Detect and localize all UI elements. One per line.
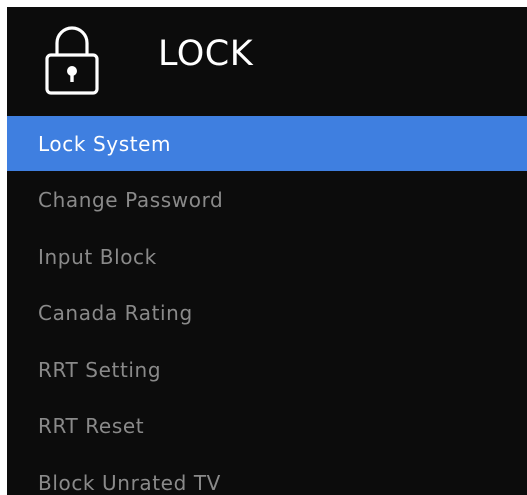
menu-title: LOCK	[158, 34, 254, 74]
menu-item-rrt-reset[interactable]: RRT Reset	[7, 399, 527, 454]
menu-item-input-block[interactable]: Input Block	[7, 229, 527, 284]
menu-item-lock-system[interactable]: Lock System	[7, 116, 527, 171]
menu-item-rrt-setting[interactable]: RRT Setting	[7, 342, 527, 397]
menu-header: LOCK	[7, 7, 527, 113]
lock-icon	[45, 26, 99, 95]
menu-item-canada-rating[interactable]: Canada Rating	[7, 286, 527, 341]
menu-item-block-unrated-tv[interactable]: Block Unrated TV	[7, 456, 527, 495]
menu-item-change-password[interactable]: Change Password	[7, 173, 527, 228]
lock-menu-list: Lock System Change Password Input Block …	[7, 116, 527, 495]
lock-menu-panel: LOCK Lock System Change Password Input B…	[7, 7, 527, 495]
